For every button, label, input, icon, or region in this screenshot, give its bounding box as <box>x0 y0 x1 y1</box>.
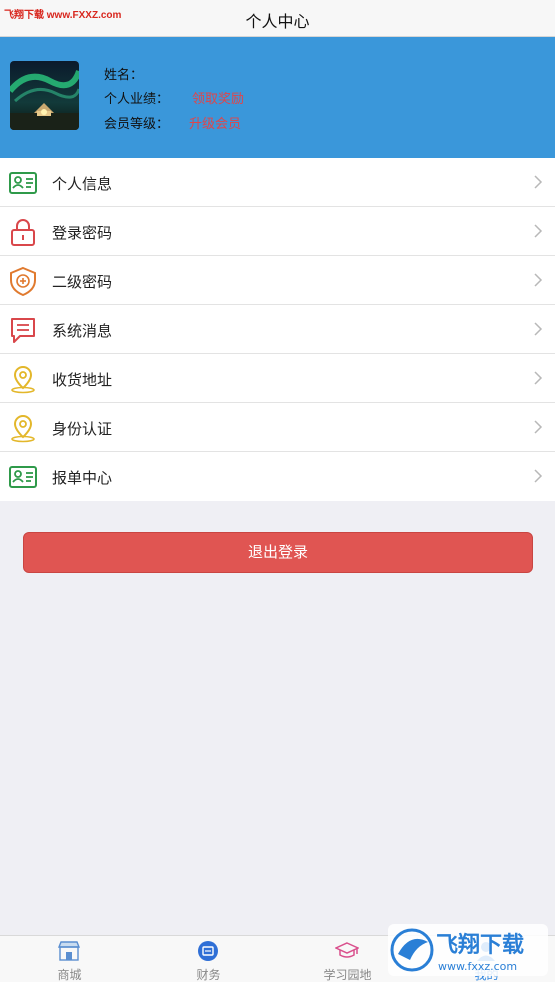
graduation-cap-icon <box>335 942 359 958</box>
id-card-icon <box>9 466 37 488</box>
store-icon <box>57 941 81 961</box>
chevron-right-icon <box>534 175 543 189</box>
menu-item-identity-verification[interactable]: 身份认证 <box>0 403 555 452</box>
menu-item-login-password[interactable]: 登录密码 <box>0 207 555 256</box>
menu-item-label: 个人信息 <box>52 176 113 193</box>
location-pin-icon <box>11 414 35 443</box>
menu-item-label: 二级密码 <box>52 274 113 291</box>
chevron-right-icon <box>534 469 543 483</box>
tab-label: 财务 <box>196 968 221 982</box>
chevron-right-icon <box>534 273 543 287</box>
menu-item-personal-info[interactable]: 个人信息 <box>0 158 555 207</box>
claim-reward-link[interactable]: 领取奖励 <box>192 88 244 107</box>
menu-item-label: 身份认证 <box>52 421 113 438</box>
location-pin-icon <box>11 365 35 394</box>
message-icon <box>11 318 35 343</box>
tab-finance[interactable]: 财务 <box>139 936 278 982</box>
chevron-right-icon <box>534 371 543 385</box>
member-level-label: 会员等级： <box>104 116 170 131</box>
chevron-right-icon <box>534 420 543 434</box>
finance-icon <box>198 941 218 961</box>
tab-label: 商城 <box>57 968 82 982</box>
avatar[interactable] <box>10 61 79 130</box>
watermark-logo: 飞翔下载 www.fxxz.com <box>388 920 548 978</box>
menu-item-order-center[interactable]: 报单中心 <box>0 452 555 501</box>
lock-icon <box>11 219 35 246</box>
svg-text:www.fxxz.com: www.fxxz.com <box>438 960 517 973</box>
profile-header: 姓名： 个人业绩： 领取奖励 会员等级： 升级会员 <box>0 37 555 158</box>
menu-item-system-messages[interactable]: 系统消息 <box>0 305 555 354</box>
chevron-right-icon <box>534 224 543 238</box>
logout-button[interactable]: 退出登录 <box>23 532 533 573</box>
menu-item-secondary-password[interactable]: 二级密码 <box>0 256 555 305</box>
chevron-right-icon <box>534 322 543 336</box>
menu-item-label: 报单中心 <box>52 470 113 487</box>
menu-item-label: 收货地址 <box>52 372 113 389</box>
menu-item-label: 系统消息 <box>52 323 113 340</box>
menu-item-shipping-address[interactable]: 收货地址 <box>0 354 555 403</box>
shield-plus-icon <box>10 266 36 296</box>
svg-text:飞翔下载: 飞翔下载 <box>436 932 524 958</box>
watermark-text: 飞翔下载 www.FXXZ.com <box>4 10 122 21</box>
upgrade-member-link[interactable]: 升级会员 <box>189 113 241 132</box>
performance-label: 个人业绩： <box>104 91 170 106</box>
settings-menu: 个人信息 登录密码 二级密码 系统消息 收货地址 身份认证 报单中心 <box>0 158 555 501</box>
id-card-icon <box>9 172 37 194</box>
name-label: 姓名： <box>104 67 144 82</box>
menu-item-label: 登录密码 <box>52 225 113 242</box>
tab-store[interactable]: 商城 <box>0 936 139 982</box>
